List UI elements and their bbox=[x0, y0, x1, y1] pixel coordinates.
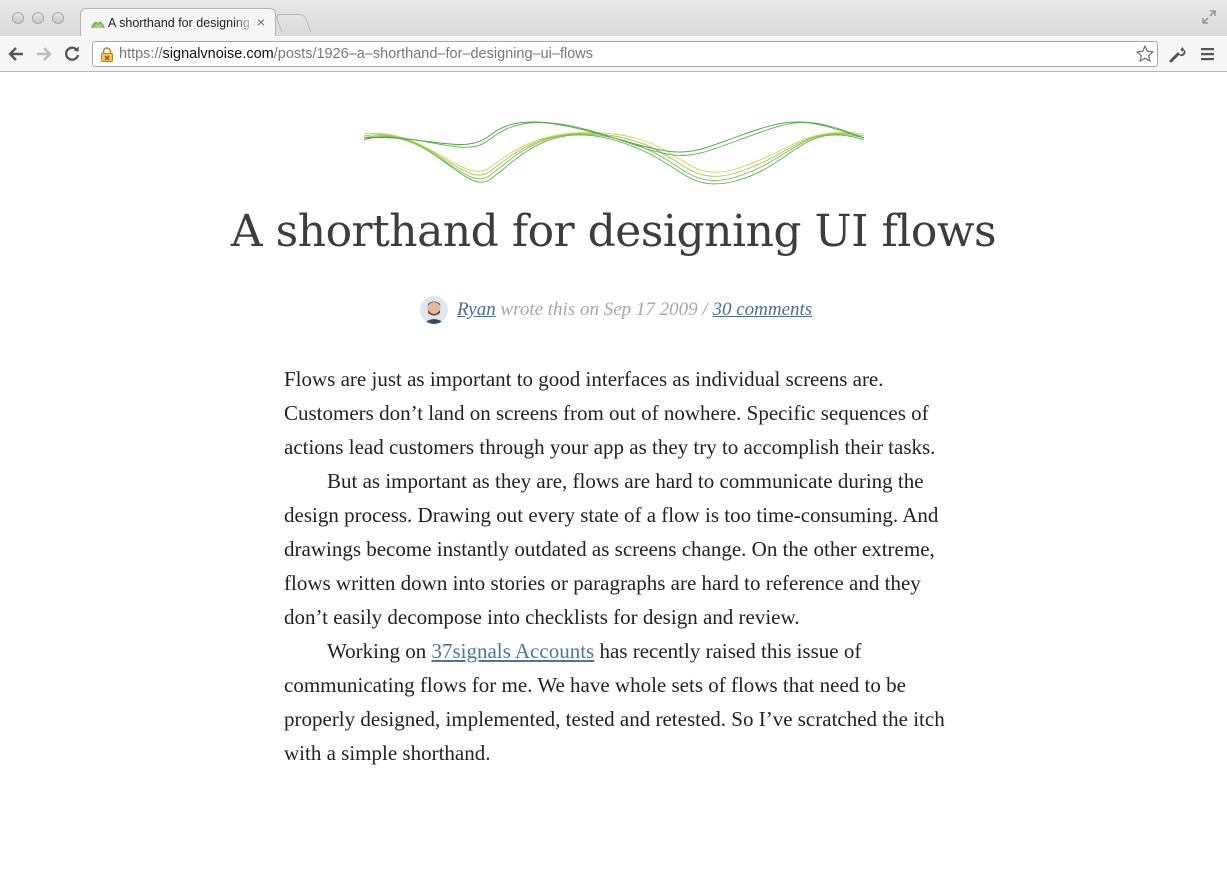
tab-title: A shorthand for designing UI flows bbox=[108, 16, 256, 30]
menu-icon[interactable] bbox=[1198, 44, 1218, 64]
browser-toolbar: https://signalvnoise.com/posts/1926–a–sh… bbox=[0, 36, 1227, 72]
post-body: Flows are just as important to good inte… bbox=[284, 362, 964, 770]
reload-icon bbox=[65, 46, 80, 61]
paragraph-1: Flows are just as important to good inte… bbox=[284, 367, 936, 459]
new-tab-button[interactable] bbox=[274, 14, 312, 32]
tab-close-icon[interactable]: × bbox=[257, 14, 265, 30]
post-title: A shorthand for designing UI flows bbox=[230, 206, 997, 257]
wave-logo-icon bbox=[364, 121, 864, 185]
url-path: /posts/1926–a–shorthand–for–designing–ui… bbox=[273, 46, 593, 62]
fullscreen-icon[interactable] bbox=[1201, 9, 1217, 25]
window-zoom-button[interactable] bbox=[52, 12, 64, 24]
window-minimize-button[interactable] bbox=[32, 12, 44, 24]
author-avatar[interactable] bbox=[420, 296, 448, 324]
window-close-button[interactable] bbox=[12, 12, 24, 24]
post-byline: Ryan wrote this on Sep 17 2009 / 30 comm… bbox=[420, 294, 812, 326]
forward-button[interactable] bbox=[34, 44, 54, 64]
paragraph-3: Working on 37signals Accounts has recent… bbox=[284, 634, 964, 770]
paragraph-2: But as important as they are, flows are … bbox=[284, 469, 939, 629]
back-arrow-icon bbox=[8, 47, 23, 61]
lock-icon[interactable] bbox=[99, 46, 115, 63]
wrench-icon[interactable] bbox=[1168, 44, 1188, 64]
back-button[interactable] bbox=[6, 44, 26, 64]
web-page: A shorthand for designing UI flows Ryan … bbox=[0, 72, 1227, 878]
browser-titlebar: A shorthand for designing UI flows × bbox=[0, 0, 1227, 37]
url-domain: signalvnoise.com bbox=[162, 46, 274, 62]
reload-button[interactable] bbox=[62, 44, 82, 64]
author-link[interactable]: Ryan bbox=[457, 299, 496, 321]
browser-tab-active[interactable]: A shorthand for designing UI flows × bbox=[80, 8, 276, 37]
accounts-link[interactable]: 37signals Accounts bbox=[431, 639, 594, 663]
paragraph-3-start: Working on bbox=[327, 639, 432, 663]
signalvnoise-favicon-icon bbox=[91, 21, 105, 28]
star-icon[interactable] bbox=[1135, 44, 1155, 64]
url-scheme: https:// bbox=[119, 46, 163, 62]
comments-link[interactable]: 30 comments bbox=[712, 299, 812, 321]
url-text: https://signalvnoise.com/posts/1926–a–sh… bbox=[119, 46, 593, 62]
address-bar[interactable]: https://signalvnoise.com/posts/1926–a–sh… bbox=[92, 41, 1158, 67]
forward-arrow-icon bbox=[37, 47, 52, 61]
byline-date-text: wrote this on Sep 17 2009 / bbox=[495, 299, 713, 320]
